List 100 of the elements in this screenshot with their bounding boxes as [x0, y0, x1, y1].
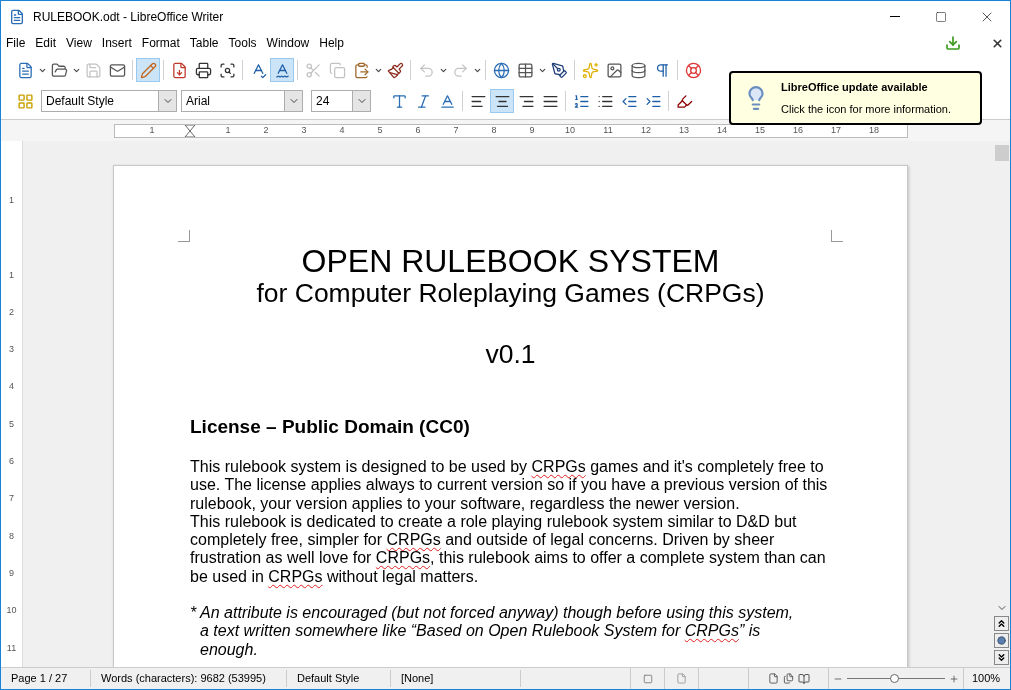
combo-box[interactable]: Default Style — [41, 90, 177, 112]
lifebuoy-icon — [684, 61, 702, 79]
next-page-button[interactable] — [994, 650, 1009, 665]
download-icon — [945, 35, 961, 51]
menu-item[interactable]: Table — [184, 34, 224, 52]
copy-icon — [328, 61, 346, 79]
page-count: Page 1 / 27 — [1, 670, 91, 687]
zoom-in-icon[interactable] — [949, 673, 959, 684]
scrollbar-thumb[interactable] — [994, 145, 1009, 161]
language-status: [None] — [391, 670, 521, 687]
menu-item[interactable]: Help — [314, 34, 349, 52]
clipboard-icon — [352, 61, 370, 79]
ruler-number: 1 — [148, 126, 156, 135]
scissors-icon — [304, 61, 322, 79]
ruler-number: 8 — [490, 126, 498, 135]
word-count: Words (characters): 9682 (53995) — [91, 670, 287, 687]
ruler-number: 13 — [678, 126, 690, 135]
body-paragraph: This rulebook is dedicated to create a role playing rulebook system similar to D&D but completely free, simpler for CRPGs and outside of legal concerns. Driven by sheer frustration as well love for CRPGs, this rulebook aims to offer a complete system than can be used in CRPGs without legal matters. — [190, 512, 827, 587]
zoom-percent: 100% — [971, 671, 1002, 687]
printer-icon — [194, 61, 212, 79]
ruler-number: 7 — [9, 492, 14, 506]
ruler-number: 4 — [9, 380, 14, 394]
ruler-number: 9 — [528, 126, 536, 135]
signature-icon — [676, 673, 687, 684]
menu-item[interactable]: Edit — [30, 34, 62, 52]
circle-icon — [997, 636, 1006, 645]
sparkle-icon — [581, 61, 599, 79]
menu-item[interactable]: Format — [136, 34, 185, 52]
combo-box[interactable]: Arial — [181, 90, 303, 112]
selection-mode-icon — [642, 673, 653, 684]
footnote-paragraph: * An attribute is encouraged (but not forced anyway) though before using this system, a text written somewhere like “Based on Open Rulebook System for CRPGs” is enough. — [190, 604, 795, 659]
ruler-number: 8 — [9, 529, 14, 543]
numbered-list-icon — [572, 92, 590, 110]
multi-page-icon[interactable] — [782, 673, 794, 684]
ruler-number: 11 — [6, 641, 17, 655]
menu-item[interactable]: Insert — [96, 34, 137, 52]
ruler-number: 3 — [9, 343, 14, 357]
menu-item[interactable]: Window — [261, 34, 315, 52]
slider-thumb[interactable] — [890, 674, 900, 683]
ruler-number: 17 — [830, 126, 842, 135]
ruler-number: 2 — [9, 305, 14, 319]
print-preview-icon — [218, 61, 236, 79]
toolbar-button[interactable] — [490, 89, 514, 113]
undo-icon — [417, 61, 435, 79]
envelope-icon — [108, 61, 126, 79]
close-icon — [990, 36, 1004, 50]
notification-title: LibreOffice update available — [781, 79, 929, 95]
globe-icon — [492, 61, 510, 79]
document-title: OPEN RULEBOOK SYSTEM — [300, 244, 721, 278]
section-heading: License – Public Domain (CC0) — [190, 415, 471, 439]
ruler-number: 14 — [716, 126, 728, 135]
letter-icon — [438, 92, 456, 110]
ruler-number: 10 — [564, 126, 576, 135]
document-subtitle: for Computer Roleplaying Games (CRPGs) — [255, 278, 766, 308]
new-document-icon — [16, 61, 34, 79]
ruler-number: 4 — [338, 126, 346, 135]
folder-icon — [50, 61, 68, 79]
notification-message: Click the icon for more information. — [781, 102, 951, 117]
letter-icon — [390, 92, 408, 110]
ruler-number: 5 — [9, 417, 14, 431]
book-view-icon[interactable] — [797, 672, 810, 685]
body-paragraph: This rulebook system is designed to be used by CRPGs games and it's completely free to use. The license applies always to current version so if you have a previous version of this rulebook, your version applies to your software, regardless the newer version. — [190, 458, 829, 513]
spellcheck-icon — [273, 61, 291, 79]
pdf-icon — [170, 61, 188, 79]
image-icon — [605, 61, 623, 79]
ruler-number: 10 — [6, 604, 17, 618]
menu-item[interactable]: File — [1, 34, 31, 52]
single-page-icon[interactable] — [767, 673, 779, 684]
window-title: RULEBOOK.odt - LibreOffice Writer — [33, 8, 224, 26]
ruler-number: 1 — [224, 126, 232, 135]
ruler-number: 3 — [300, 126, 308, 135]
redo-icon — [451, 61, 469, 79]
ruler-number: 9 — [9, 567, 14, 581]
ruler-number: 12 — [640, 126, 652, 135]
page-style: Default Style — [287, 670, 391, 687]
maximize-icon — [935, 10, 947, 23]
app-icon — [9, 8, 25, 25]
pencil-icon — [139, 61, 157, 79]
ruler-number: 1 — [9, 268, 14, 282]
menu-item[interactable]: View — [61, 34, 97, 52]
menu-item[interactable]: Tools — [223, 34, 262, 52]
minimize-icon — [890, 16, 900, 17]
ruler-number: 16 — [792, 126, 804, 135]
double-down-icon — [996, 652, 1007, 663]
ruler-number: 18 — [868, 126, 880, 135]
zoom-slider[interactable] — [847, 673, 945, 684]
cylinder-icon — [629, 61, 647, 79]
ruler-number: 2 — [262, 126, 270, 135]
combo-box[interactable]: 24 — [311, 90, 371, 112]
ruler-number: 1 — [9, 193, 14, 207]
ruler-number: 5 — [376, 126, 384, 135]
ruler-number: 6 — [414, 126, 422, 135]
double-up-icon — [996, 618, 1007, 629]
pen-icon — [550, 61, 568, 79]
ruler-number: 7 — [452, 126, 460, 135]
navigation-button[interactable] — [994, 633, 1009, 648]
previous-page-button[interactable] — [994, 616, 1009, 631]
grid-icon — [16, 92, 34, 110]
ruler-number: 6 — [9, 455, 14, 469]
save-icon — [84, 61, 102, 79]
